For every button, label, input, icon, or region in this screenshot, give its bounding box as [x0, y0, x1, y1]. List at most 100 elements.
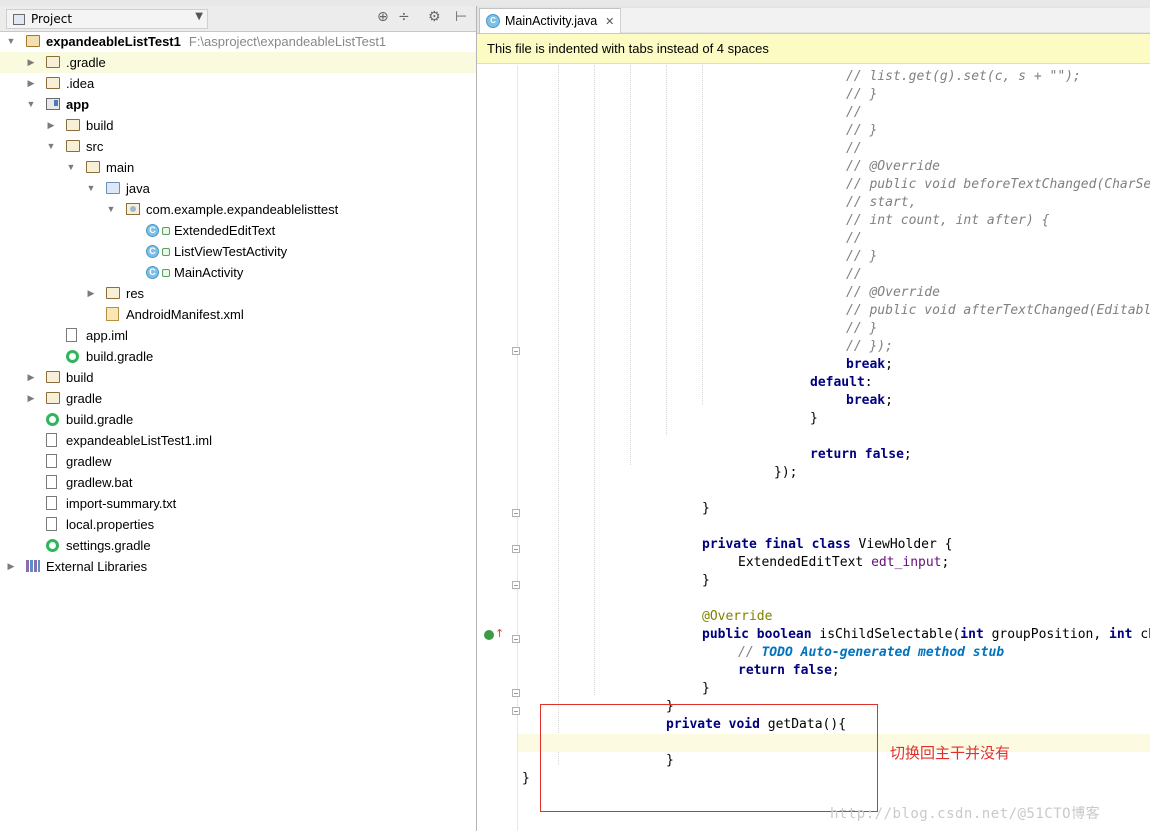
iml-file-icon — [66, 328, 77, 342]
code-line-text: // }); — [846, 338, 893, 356]
expanded-arrow-icon[interactable]: ▼ — [106, 199, 116, 220]
code-line-text: } — [702, 572, 710, 590]
tree-item[interactable]: ▶ External Libraries — [0, 556, 476, 577]
tree-item[interactable]: ▶ res — [0, 283, 476, 304]
tree-item[interactable]: build.gradle — [0, 346, 476, 367]
tree-item[interactable]: settings.gradle — [0, 535, 476, 556]
tree-item-label: import-summary.txt — [66, 496, 177, 511]
code-line[interactable]: // } — [518, 248, 1150, 266]
tree-item[interactable]: ▼ expandeableListTest1 F:\asproject\expand… — [0, 31, 476, 52]
collapsed-arrow-icon[interactable]: ▶ — [26, 73, 36, 94]
tree-item[interactable]: ▶ build — [0, 367, 476, 388]
settings-gear-icon[interactable]: ⚙ — [428, 9, 441, 25]
tree-item[interactable]: C ExtendedEditText — [0, 220, 476, 241]
code-line-text: } — [810, 410, 818, 428]
folder-module-icon — [26, 35, 40, 47]
code-line[interactable]: return false; — [518, 446, 1150, 464]
code-line[interactable] — [518, 428, 1150, 446]
code-token: int — [1109, 627, 1141, 642]
tree-item[interactable]: import-summary.txt — [0, 493, 476, 514]
code-token: groupPosition, — [991, 627, 1110, 642]
code-line[interactable]: private final class ViewHolder { — [518, 536, 1150, 554]
expanded-arrow-icon[interactable]: ▼ — [66, 157, 76, 178]
code-line[interactable]: // @Override — [518, 158, 1150, 176]
code-line[interactable]: ExtendedEditText edt_input; — [518, 554, 1150, 572]
code-line[interactable] — [518, 482, 1150, 500]
code-line[interactable]: // } — [518, 320, 1150, 338]
tree-item[interactable]: ▶ .gradle — [0, 52, 476, 73]
code-line[interactable]: public boolean isChildSelectable(int gro… — [518, 626, 1150, 644]
code-line-text: public boolean isChildSelectable(int gro… — [702, 626, 1150, 644]
collapsed-arrow-icon[interactable]: ▶ — [6, 556, 16, 577]
expanded-arrow-icon[interactable]: ▼ — [86, 178, 96, 199]
code-line[interactable]: // — [518, 230, 1150, 248]
tree-item[interactable]: C ListViewTestActivity — [0, 241, 476, 262]
tree-item[interactable]: AndroidManifest.xml — [0, 304, 476, 325]
code-line[interactable]: break; — [518, 356, 1150, 374]
code-line[interactable]: }); — [518, 464, 1150, 482]
tree-item[interactable]: local.properties — [0, 514, 476, 535]
code-line[interactable]: // start, — [518, 194, 1150, 212]
code-token: ; — [941, 555, 950, 570]
hide-panel-icon[interactable]: ⊢ — [455, 9, 467, 25]
code-line[interactable]: default: — [518, 374, 1150, 392]
tree-item[interactable]: build.gradle — [0, 409, 476, 430]
collapsed-arrow-icon[interactable]: ▶ — [46, 115, 56, 136]
code-line[interactable]: } — [518, 680, 1150, 698]
code-line[interactable] — [518, 590, 1150, 608]
code-line[interactable]: // — [518, 104, 1150, 122]
collapsed-arrow-icon[interactable]: ▶ — [26, 388, 36, 409]
tree-item[interactable]: gradlew — [0, 451, 476, 472]
code-token: // list.get(g).set(c, s + ""); — [846, 69, 1081, 84]
tree-item[interactable]: ▼ main — [0, 157, 476, 178]
expanded-arrow-icon[interactable]: ▼ — [46, 136, 56, 157]
code-token: return false — [738, 663, 832, 678]
code-line[interactable]: // list.get(g).set(c, s + ""); — [518, 68, 1150, 86]
tree-item-label: build.gradle — [66, 412, 134, 427]
code-line[interactable]: // }); — [518, 338, 1150, 356]
code-line[interactable]: // public void afterTextChanged(Editable… — [518, 302, 1150, 320]
tree-item[interactable]: ▼ com.example.expandeablelisttest — [0, 199, 476, 220]
tree-item[interactable]: gradlew.bat — [0, 472, 476, 493]
code-line-text: ExtendedEditText edt_input; — [738, 554, 949, 572]
code-line[interactable]: } — [518, 500, 1150, 518]
code-line[interactable]: @Override — [518, 608, 1150, 626]
tab-mainactivity[interactable]: C MainActivity.java ✕ — [479, 8, 621, 33]
code-line[interactable]: // — [518, 140, 1150, 158]
code-line[interactable]: // — [518, 266, 1150, 284]
module-icon — [46, 98, 60, 110]
code-line[interactable]: break; — [518, 392, 1150, 410]
code-line[interactable] — [518, 518, 1150, 536]
scroll-from-source-icon[interactable]: ⊕ — [377, 9, 389, 25]
code-line[interactable]: } — [518, 410, 1150, 428]
tree-item[interactable]: ▶ .idea — [0, 73, 476, 94]
folder-icon — [46, 371, 60, 383]
collapsed-arrow-icon[interactable]: ▶ — [26, 367, 36, 388]
expanded-arrow-icon[interactable]: ▼ — [6, 31, 16, 52]
collapse-all-icon[interactable]: ÷ — [398, 9, 410, 25]
tree-item-label: ExtendedEditText — [174, 223, 276, 238]
tree-item[interactable]: C MainActivity — [0, 262, 476, 283]
tree-item[interactable]: ▼ app — [0, 94, 476, 115]
code-line[interactable]: // } — [518, 122, 1150, 140]
code-line[interactable]: // @Override — [518, 284, 1150, 302]
tree-item[interactable]: ▼ src — [0, 136, 476, 157]
tree-item[interactable]: expandeableListTest1.iml — [0, 430, 476, 451]
code-line[interactable]: // public void beforeTextChanged(CharSeq… — [518, 176, 1150, 194]
code-line[interactable]: // int count, int after) { — [518, 212, 1150, 230]
code-line[interactable]: } — [518, 572, 1150, 590]
tree-item[interactable]: ▼ java — [0, 178, 476, 199]
collapsed-arrow-icon[interactable]: ▶ — [26, 52, 36, 73]
code-line[interactable]: // TODO Auto-generated method stub — [518, 644, 1150, 662]
code-line[interactable]: return false; — [518, 662, 1150, 680]
close-tab-icon[interactable]: ✕ — [605, 15, 614, 28]
code-line[interactable]: // } — [518, 86, 1150, 104]
tree-item[interactable]: app.iml — [0, 325, 476, 346]
tree-item[interactable]: ▶ gradle — [0, 388, 476, 409]
code-token: ViewHolder { — [858, 537, 953, 552]
expanded-arrow-icon[interactable]: ▼ — [26, 94, 36, 115]
project-view-selector[interactable]: Project ▼ — [6, 9, 208, 29]
collapsed-arrow-icon[interactable]: ▶ — [86, 283, 96, 304]
override-marker-icon[interactable] — [484, 630, 494, 640]
tree-item[interactable]: ▶ build — [0, 115, 476, 136]
